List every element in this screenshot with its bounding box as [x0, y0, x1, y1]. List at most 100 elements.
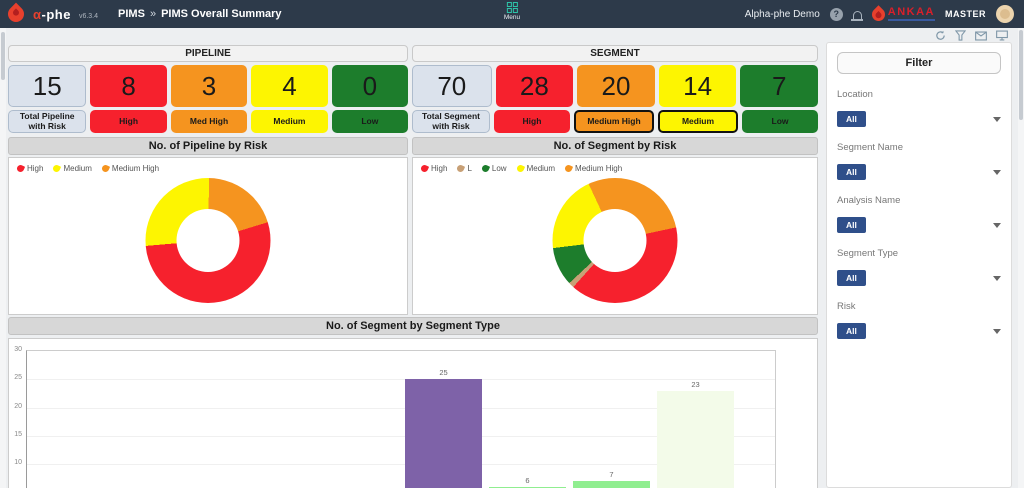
app-logo[interactable]: α-phe: [33, 7, 71, 22]
selected-value-chip[interactable]: All: [837, 323, 866, 339]
module-name[interactable]: PIMS: [118, 8, 145, 20]
pipeline-chart-body: High Medium Medium High: [8, 157, 408, 315]
segment-medium-label[interactable]: Medium: [658, 110, 738, 133]
dropdown-caret-icon[interactable]: [993, 276, 1001, 281]
selected-value-chip[interactable]: All: [837, 111, 866, 127]
selected-value-chip[interactable]: All: [837, 164, 866, 180]
dropdown-caret-icon[interactable]: [993, 223, 1001, 228]
pipeline-donut-chart[interactable]: [146, 178, 271, 303]
pipeline-high-label[interactable]: High: [90, 110, 166, 133]
pipeline-value-row: 15 8 3 4 0: [8, 65, 408, 107]
filter-sidebar: Filter Location All Segment Name All: [826, 28, 1014, 488]
help-icon[interactable]: ?: [830, 8, 843, 21]
selected-value-chip[interactable]: All: [837, 270, 866, 286]
right-scrollbar-thumb[interactable]: [1019, 30, 1023, 120]
segment-low-label[interactable]: Low: [742, 110, 818, 133]
pipeline-chart-legend: High Medium Medium High: [17, 164, 159, 173]
pipeline-medhigh-value[interactable]: 3: [171, 65, 247, 107]
pipeline-total-value[interactable]: 15: [8, 65, 86, 107]
dashboard-content: PIPELINE 15 8 3 4 0 Total Pipeline with …: [8, 28, 818, 488]
selected-value-chip[interactable]: All: [837, 217, 866, 233]
bar-chart-title: No. of Segment by Segment Type: [8, 317, 818, 335]
menu-button[interactable]: Menu: [504, 2, 520, 21]
bar-chart-body: 256723 3025201510: [8, 338, 818, 488]
y-axis-tick: 20: [9, 403, 22, 410]
filter-button[interactable]: Filter: [837, 52, 1001, 74]
filter-label: Risk: [837, 301, 1001, 312]
segment-high-label[interactable]: High: [494, 110, 570, 133]
segment-value-row: 70 28 20 14 7: [412, 65, 818, 107]
segment-medium-value[interactable]: 14: [659, 65, 737, 107]
user-role: MASTER: [945, 9, 986, 19]
segment-chart-title: No. of Segment by Risk: [412, 137, 818, 155]
filter-group-location: Location All: [837, 89, 1001, 127]
right-scrollbar[interactable]: [1018, 28, 1024, 488]
dropdown-caret-icon[interactable]: [993, 329, 1001, 334]
app-version: v6.3.4: [79, 13, 98, 20]
filter-label: Analysis Name: [837, 195, 1001, 206]
legend-marker-icon: [101, 164, 110, 173]
segment-by-type-panel: No. of Segment by Segment Type 256723 30…: [8, 317, 818, 488]
bar-value-label: 6: [489, 476, 566, 485]
filter-group-analysis-name: Analysis Name All: [837, 195, 1001, 233]
ankaa-logo: ANKAA: [872, 7, 935, 21]
account-name[interactable]: Alpha-phe Demo: [745, 9, 820, 20]
legend-marker-icon: [420, 164, 429, 173]
segment-chart-body: High L Low Medium Medium High: [412, 157, 818, 315]
navbar-right: Alpha-phe Demo ? ANKAA MASTER: [745, 5, 1024, 23]
legend-marker-icon: [16, 164, 25, 173]
bar[interactable]: [657, 391, 734, 488]
filter-group-segment-name: Segment Name All: [837, 142, 1001, 180]
bar[interactable]: [405, 379, 482, 488]
y-axis-tick: 10: [9, 459, 22, 466]
page-title: PIMS Overall Summary: [161, 8, 281, 20]
segment-total-value[interactable]: 70: [412, 65, 492, 107]
export-envelope-icon[interactable]: [975, 31, 987, 41]
main-area: PIPELINE 15 8 3 4 0 Total Pipeline with …: [0, 28, 1024, 488]
segment-donut-chart[interactable]: [553, 178, 678, 303]
pipeline-total-label[interactable]: Total Pipeline with Risk: [8, 110, 86, 133]
notifications-bell-icon[interactable]: [853, 11, 862, 19]
filter-funnel-icon[interactable]: [955, 30, 966, 41]
dropdown-caret-icon[interactable]: [993, 117, 1001, 122]
alphaphe-flame-icon: [5, 3, 28, 26]
segment-high-value[interactable]: 28: [496, 65, 574, 107]
refresh-icon[interactable]: [935, 30, 946, 41]
location-dropdown[interactable]: All: [837, 111, 1001, 127]
legend-marker-icon: [456, 164, 465, 173]
segment-chart-legend: High L Low Medium Medium High: [421, 164, 622, 173]
bar-value-label: 23: [657, 380, 734, 389]
pipeline-medhigh-label[interactable]: Med High: [171, 110, 247, 133]
bar-chart-plot-area: 256723: [26, 350, 776, 488]
user-avatar[interactable]: [996, 5, 1014, 23]
pipeline-high-value[interactable]: 8: [90, 65, 166, 107]
pipeline-medium-value[interactable]: 4: [251, 65, 327, 107]
panel-toolbar: [935, 30, 1008, 41]
filter-panel: Filter Location All Segment Name All: [826, 42, 1012, 488]
pipeline-low-value[interactable]: 0: [332, 65, 408, 107]
pipeline-label-row: Total Pipeline with Risk High Med High M…: [8, 110, 408, 133]
analysis-name-dropdown[interactable]: All: [837, 217, 1001, 233]
segment-section-header: SEGMENT: [412, 45, 818, 62]
risk-dropdown[interactable]: All: [837, 323, 1001, 339]
segment-label-row: Total Segment with Risk High Medium High…: [412, 110, 818, 133]
filter-label: Segment Type: [837, 248, 1001, 259]
bar[interactable]: [573, 481, 650, 488]
segment-medhigh-value[interactable]: 20: [577, 65, 655, 107]
pipeline-medium-label[interactable]: Medium: [251, 110, 327, 133]
segment-type-dropdown[interactable]: All: [837, 270, 1001, 286]
pipeline-chart-title: No. of Pipeline by Risk: [8, 137, 408, 155]
segment-medhigh-label[interactable]: Medium High: [574, 110, 654, 133]
breadcrumb: PIMS » PIMS Overall Summary: [118, 8, 281, 20]
left-scrollbar-thumb[interactable]: [1, 32, 5, 80]
display-icon[interactable]: [996, 30, 1008, 41]
y-axis-tick: 15: [9, 431, 22, 438]
pipeline-section-header: PIPELINE: [8, 45, 408, 62]
left-scrollbar[interactable]: [0, 28, 6, 488]
dropdown-caret-icon[interactable]: [993, 170, 1001, 175]
pipeline-low-label[interactable]: Low: [332, 110, 408, 133]
segment-total-label[interactable]: Total Segment with Risk: [412, 110, 490, 133]
segment-name-dropdown[interactable]: All: [837, 164, 1001, 180]
filter-label: Segment Name: [837, 142, 1001, 153]
segment-low-value[interactable]: 7: [740, 65, 818, 107]
